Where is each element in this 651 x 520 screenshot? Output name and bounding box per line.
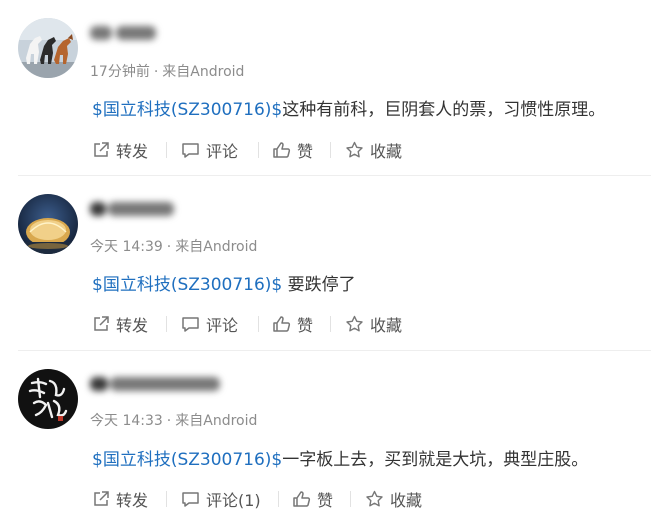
post-content: $国立科技(SZ300716)$ 要跌停了: [92, 270, 356, 295]
favorite-label: 收藏: [370, 316, 403, 335]
repost-label: 转发: [116, 316, 149, 335]
star-icon: [346, 141, 363, 158]
comment-icon: [182, 492, 199, 507]
post-meta: 今天 14:39 · 来自Android: [90, 236, 257, 256]
action-divider: [166, 142, 167, 158]
action-divider: [330, 316, 331, 332]
thumbs-up-icon: [293, 491, 311, 507]
star-icon: [366, 490, 383, 507]
post-text: 这种有前科，巨阴套人的票，习惯性原理。: [282, 100, 606, 120]
comment-label: 评论: [206, 142, 239, 161]
action-divider: [166, 316, 167, 332]
favorite-button[interactable]: 收藏: [345, 313, 402, 335]
favorite-label: 收藏: [390, 491, 423, 510]
comment-label: 评论: [206, 316, 239, 335]
like-button[interactable]: 赞: [292, 488, 333, 510]
username-blurred[interactable]: [90, 373, 220, 395]
like-label: 赞: [297, 316, 314, 335]
thumbs-up-icon: [273, 142, 291, 158]
favorite-button[interactable]: 收藏: [345, 139, 402, 161]
repost-label: 转发: [116, 491, 149, 510]
post-source: 来自Android: [162, 64, 245, 80]
comment-label: 评论(1): [206, 491, 261, 510]
post-source: 来自Android: [175, 413, 258, 429]
post-meta: 17分钟前 · 来自Android: [90, 61, 244, 81]
calligraphy-avatar-icon: [18, 369, 78, 429]
comment-button[interactable]: 评论: [181, 139, 238, 161]
feed-post: 今天 14:33 · 来自Android $国立科技(SZ300716)$一字板上去…: [0, 351, 651, 520]
repost-label: 转发: [116, 142, 149, 161]
post-content: $国立科技(SZ300716)$这种有前科，巨阴套人的票，习惯性原理。: [92, 95, 605, 120]
action-divider: [166, 491, 167, 507]
post-time: 今天 14:33: [90, 413, 163, 429]
action-divider: [330, 142, 331, 158]
like-button[interactable]: 赞: [272, 139, 313, 161]
favorite-button[interactable]: 收藏: [365, 488, 422, 510]
comment-icon: [182, 317, 199, 332]
stock-tag-link[interactable]: $国立科技(SZ300716)$: [92, 275, 282, 295]
meta-separator: ·: [166, 239, 172, 255]
username-blurred[interactable]: [90, 198, 174, 220]
post-time: 17分钟前: [90, 64, 150, 80]
share-icon: [94, 142, 109, 157]
feed-post: 今天 14:39 · 来自Android $国立科技(SZ300716)$ 要跌停了…: [0, 176, 651, 350]
action-divider: [258, 316, 259, 332]
like-button[interactable]: 赞: [272, 313, 313, 335]
share-icon: [94, 491, 109, 506]
post-source: 来自Android: [175, 239, 258, 255]
repost-button[interactable]: 转发: [92, 313, 148, 335]
action-divider: [350, 491, 351, 507]
comment-feed: 17分钟前 · 来自Android $国立科技(SZ300716)$这种有前科，巨阴…: [0, 0, 651, 520]
comment-button[interactable]: 评论: [181, 313, 238, 335]
feed-post: 17分钟前 · 来自Android $国立科技(SZ300716)$这种有前科，巨阴…: [0, 0, 651, 175]
like-label: 赞: [297, 142, 314, 161]
horses-avatar-icon: [18, 18, 78, 78]
repost-button[interactable]: 转发: [92, 488, 148, 510]
comment-button[interactable]: 评论(1): [181, 488, 261, 510]
avatar[interactable]: [18, 194, 78, 254]
comment-icon: [182, 143, 199, 158]
repost-button[interactable]: 转发: [92, 139, 148, 161]
action-divider: [278, 491, 279, 507]
star-icon: [346, 315, 363, 332]
building-avatar-icon: [18, 194, 78, 254]
favorite-label: 收藏: [370, 142, 403, 161]
post-text: 一字板上去，买到就是大坑，典型庄股。: [282, 450, 589, 470]
thumbs-up-icon: [273, 316, 291, 332]
stock-tag-link[interactable]: $国立科技(SZ300716)$: [92, 100, 282, 120]
stock-tag-link[interactable]: $国立科技(SZ300716)$: [92, 450, 282, 470]
post-time: 今天 14:39: [90, 239, 163, 255]
meta-separator: ·: [153, 64, 159, 80]
username-blurred[interactable]: [90, 22, 156, 44]
meta-separator: ·: [166, 413, 172, 429]
like-label: 赞: [317, 491, 334, 510]
share-icon: [94, 316, 109, 331]
post-meta: 今天 14:33 · 来自Android: [90, 410, 257, 430]
avatar[interactable]: [18, 369, 78, 429]
action-divider: [258, 142, 259, 158]
avatar[interactable]: [18, 18, 78, 78]
post-content: $国立科技(SZ300716)$一字板上去，买到就是大坑，典型庄股。: [92, 445, 588, 470]
post-text: 要跌停了: [282, 275, 356, 295]
